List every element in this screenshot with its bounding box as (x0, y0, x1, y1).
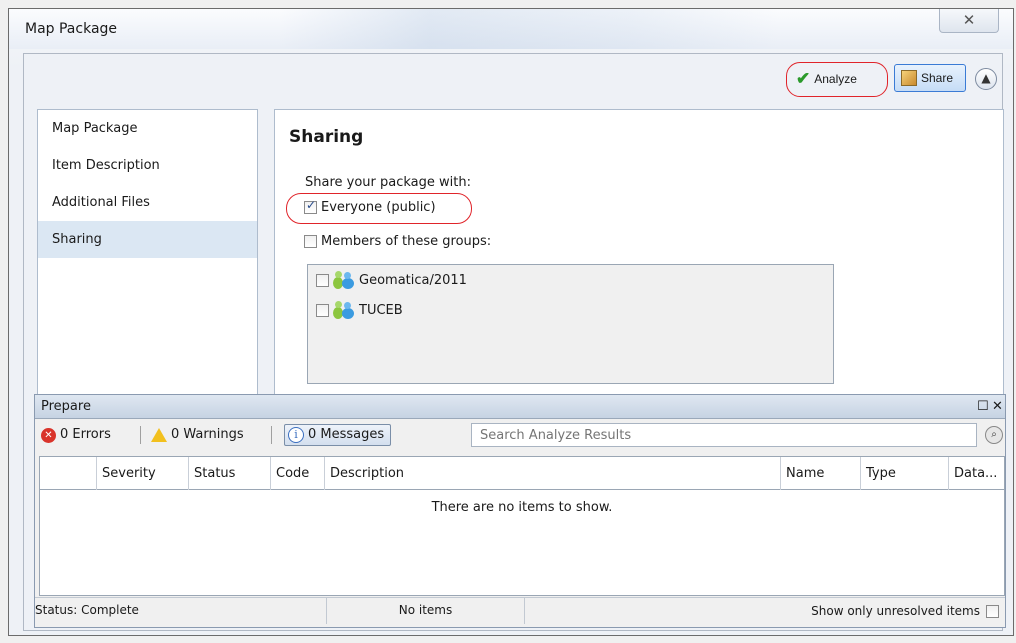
column-severity[interactable]: Severity (96, 457, 188, 490)
sidebar-item-additional-files[interactable]: Additional Files (38, 184, 257, 221)
messages-label: 0 Messages (308, 427, 385, 442)
unresolved-label: Show only unresolved items (811, 604, 980, 618)
group-label: TUCEB (359, 302, 403, 318)
search-icon[interactable]: ⌕ (985, 426, 1003, 444)
share-icon (901, 70, 917, 86)
prepare-panel: Prepare ☐ ✕ ✕ 0 Errors 0 Warnings i 0 Me… (34, 394, 1006, 628)
group-checkbox[interactable] (316, 273, 329, 287)
close-button[interactable]: ✕ (939, 9, 999, 33)
warnings-label: 0 Warnings (171, 427, 244, 442)
share-with-label: Share your package with: (305, 175, 471, 190)
group-icon (333, 271, 355, 289)
results-table: Severity Status Code Description Name Ty… (39, 456, 1005, 596)
column-code[interactable]: Code (270, 457, 324, 490)
analyze-label: Analyze (814, 72, 857, 86)
maximize-icon[interactable]: ☐ (977, 395, 989, 419)
group-icon (333, 301, 355, 319)
everyone-checkbox[interactable] (304, 198, 317, 214)
group-item[interactable]: Geomatica/2011 (316, 271, 467, 289)
column-description[interactable]: Description (324, 457, 780, 490)
filter-bar: ✕ 0 Errors 0 Warnings i 0 Messages ⌕ (35, 419, 1005, 451)
close-panel-icon[interactable]: ✕ (992, 395, 1003, 419)
warnings-filter[interactable]: 0 Warnings (151, 424, 244, 446)
group-label: Geomatica/2011 (359, 272, 467, 288)
checkmark-icon: ✔ (796, 69, 811, 88)
info-icon: i (288, 427, 304, 443)
error-icon: ✕ (41, 427, 56, 443)
table-header: Severity Status Code Description Name Ty… (40, 457, 1004, 490)
title-bar: Map Package ✕ (9, 9, 1013, 49)
sidebar-item-map-package[interactable]: Map Package (38, 110, 257, 147)
column-data[interactable]: Data... (948, 457, 1005, 490)
close-icon: ✕ (962, 11, 976, 29)
errors-label: 0 Errors (60, 427, 111, 442)
sidebar-nav: Map Package Item Description Additional … (37, 109, 258, 399)
group-checkbox[interactable] (316, 303, 329, 317)
search-input[interactable] (471, 423, 977, 447)
collapse-button[interactable]: ▲ (975, 68, 997, 90)
section-title: Sharing (289, 127, 364, 147)
sidebar-item-sharing[interactable]: Sharing (38, 221, 257, 258)
members-option[interactable]: Members of these groups: (304, 234, 491, 249)
chevron-up-icon: ▲ (981, 71, 991, 85)
status-bar: Status: Complete No items Show only unre… (35, 597, 1005, 624)
members-checkbox[interactable] (304, 235, 317, 248)
everyone-option[interactable]: Everyone (public) (304, 198, 436, 215)
column-name[interactable]: Name (780, 457, 860, 490)
errors-filter[interactable]: ✕ 0 Errors (41, 424, 111, 446)
warning-icon (151, 428, 167, 442)
sidebar-item-item-description[interactable]: Item Description (38, 147, 257, 184)
unresolved-checkbox[interactable] (986, 604, 999, 618)
everyone-label: Everyone (public) (321, 200, 436, 215)
prepare-title: Prepare (41, 399, 91, 414)
empty-message: There are no items to show. (431, 500, 613, 515)
column-type[interactable]: Type (860, 457, 948, 490)
share-button[interactable]: Share (894, 64, 966, 92)
group-item[interactable]: TUCEB (316, 301, 403, 319)
prepare-header: Prepare ☐ ✕ (35, 395, 1005, 419)
window-title: Map Package (25, 21, 118, 37)
analyze-button[interactable]: ✔ Analyze (789, 65, 879, 93)
status-text: Status: Complete (35, 598, 327, 624)
messages-filter[interactable]: i 0 Messages (284, 424, 392, 446)
members-label: Members of these groups: (321, 234, 492, 249)
items-count: No items (327, 598, 525, 624)
unresolved-toggle[interactable]: Show only unresolved items (811, 598, 999, 624)
column-status[interactable]: Status (188, 457, 270, 490)
share-label: Share (921, 71, 954, 85)
